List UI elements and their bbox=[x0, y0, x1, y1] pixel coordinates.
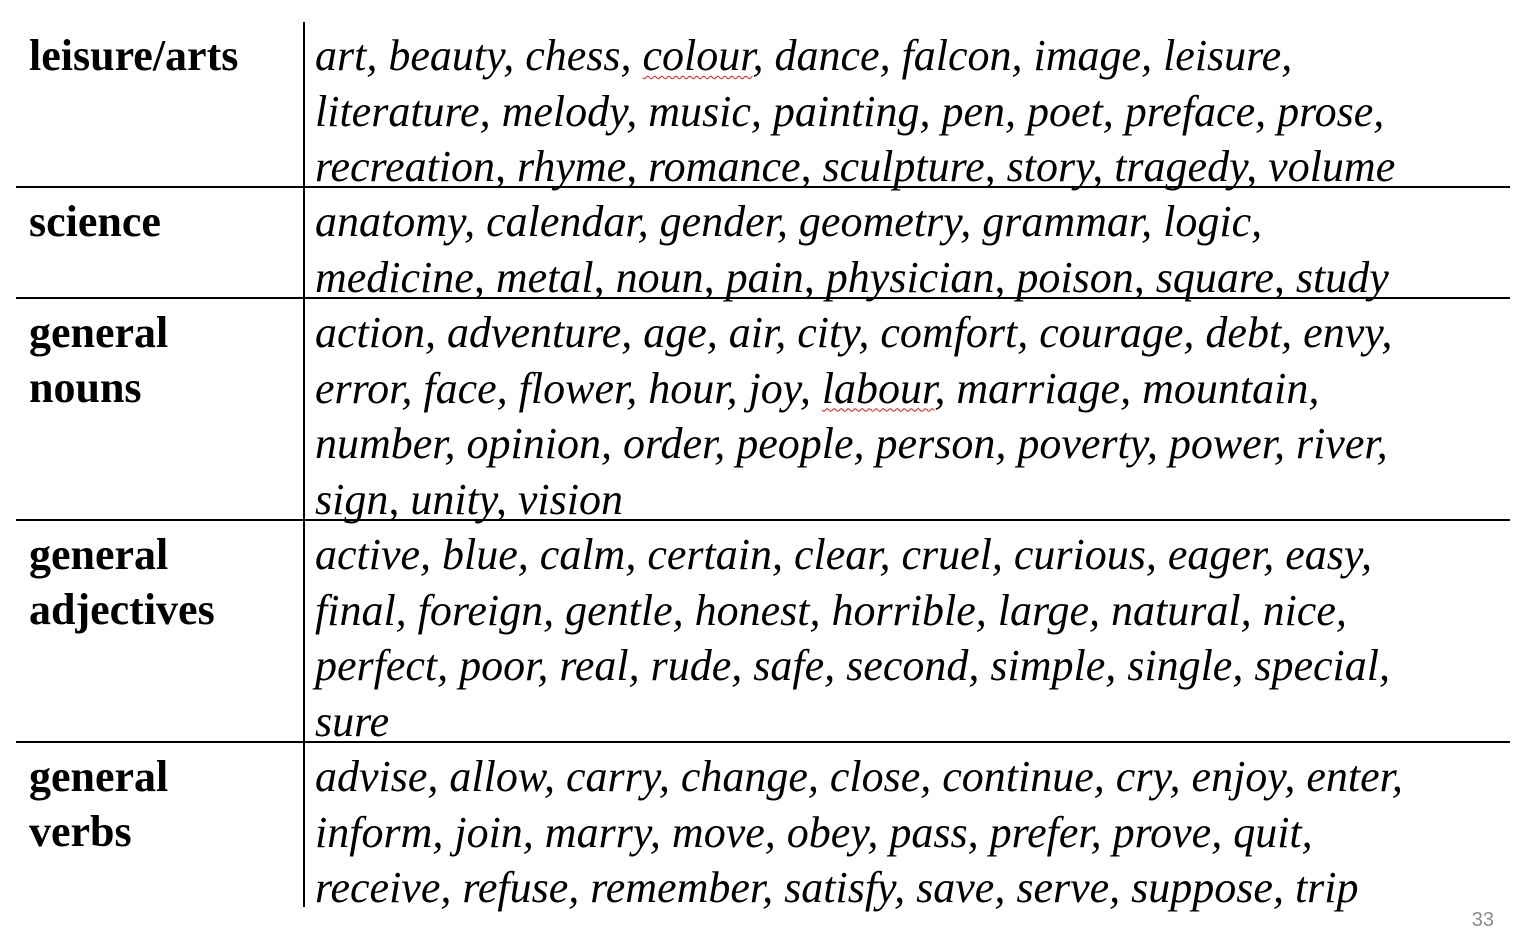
table-row-leisure-arts: leisure/arts art, beauty, chess, colour,… bbox=[16, 22, 1510, 191]
word-line: medicine, metal, noun, pain, physician, … bbox=[315, 252, 1389, 302]
column-divider bbox=[303, 22, 305, 186]
word-line: anatomy, calendar, gender, geometry, gra… bbox=[315, 197, 1263, 246]
word-line: final, foreign, gentle, honest, horrible… bbox=[315, 585, 1347, 635]
category-label: general adjectives bbox=[29, 527, 299, 637]
spellcheck-underline: labour bbox=[821, 363, 935, 413]
column-divider bbox=[303, 743, 305, 907]
category-line: verbs bbox=[29, 807, 132, 856]
table-row-general-nouns: general nouns action, adventure, age, ai… bbox=[16, 299, 1510, 524]
word-line: perfect, poor, real, rude, safe, second,… bbox=[315, 641, 1390, 690]
table-row-science: science anatomy, calendar, gender, geome… bbox=[16, 188, 1510, 302]
category-line: general bbox=[29, 752, 169, 801]
spellcheck-underline: colour bbox=[642, 31, 753, 80]
column-divider bbox=[303, 521, 305, 741]
word-line: receive, refuse, remember, satisfy, save… bbox=[315, 863, 1359, 912]
vocabulary-table: leisure/arts art, beauty, chess, colour,… bbox=[16, 22, 1510, 912]
word-line: action, adventure, age, air, city, comfo… bbox=[315, 308, 1393, 357]
word-line: sure bbox=[315, 696, 390, 746]
word-list: art, beauty, chess, colour, dance, falco… bbox=[315, 28, 1505, 195]
slide: leisure/arts art, beauty, chess, colour,… bbox=[0, 0, 1538, 948]
word-line: sign, unity, vision bbox=[315, 474, 623, 524]
word-line: literature, melody, music, painting, pen… bbox=[315, 86, 1385, 136]
table-row-general-adjectives: general adjectives active, blue, calm, c… bbox=[16, 521, 1510, 746]
word-list: anatomy, calendar, gender, geometry, gra… bbox=[315, 194, 1505, 305]
category-label: science bbox=[29, 194, 299, 249]
category-label: general nouns bbox=[29, 305, 299, 415]
category-line: science bbox=[29, 197, 161, 246]
category-label: general verbs bbox=[29, 749, 299, 859]
column-divider bbox=[303, 188, 305, 297]
word-list: active, blue, calm, certain, clear, crue… bbox=[315, 527, 1505, 749]
category-line: adjectives bbox=[29, 585, 215, 634]
category-line: nouns bbox=[29, 363, 142, 412]
category-label: leisure/arts bbox=[29, 28, 299, 83]
word-line: inform, join, marry, move, obey, pass, p… bbox=[315, 807, 1313, 857]
category-line: leisure/arts bbox=[29, 31, 239, 80]
category-line: general bbox=[29, 530, 169, 579]
category-line: general bbox=[29, 308, 169, 357]
column-divider bbox=[303, 299, 305, 519]
page-number: 33 bbox=[1471, 909, 1494, 931]
word-line: number, opinion, order, people, person, … bbox=[315, 419, 1388, 468]
word-line: advise, allow, carry, change, close, con… bbox=[315, 752, 1403, 801]
word-line: recreation, rhyme, romance, sculpture, s… bbox=[315, 142, 1396, 191]
word-list: action, adventure, age, air, city, comfo… bbox=[315, 305, 1505, 527]
word-line: error, face, flower, hour, joy, labour, … bbox=[315, 363, 1320, 413]
word-line: art, beauty, chess, colour, dance, falco… bbox=[315, 31, 1293, 80]
word-list: advise, allow, carry, change, close, con… bbox=[315, 749, 1505, 916]
word-line: active, blue, calm, certain, clear, crue… bbox=[315, 530, 1372, 579]
table-row-general-verbs: general verbs advise, allow, carry, chan… bbox=[16, 743, 1510, 912]
